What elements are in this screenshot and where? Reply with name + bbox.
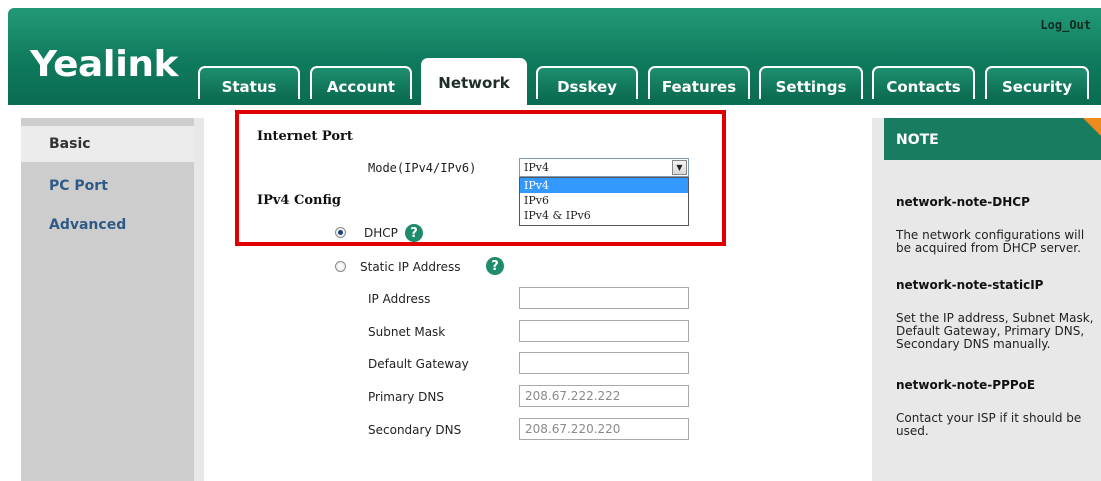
note-text-pppoe: Contact your ISP if it should be used. <box>896 411 1082 438</box>
note-text-dhcp: The network configurations will be acqui… <box>896 228 1085 255</box>
tab-contacts[interactable]: Contacts <box>872 66 975 99</box>
field-label-default-gateway: Default Gateway <box>368 357 469 371</box>
default-gateway-input[interactable] <box>519 352 689 374</box>
sidebar-item-pc-port[interactable]: PC Port <box>21 168 194 204</box>
subnet-mask-input[interactable] <box>519 320 689 342</box>
yealink-logo: Yealink <box>30 44 178 85</box>
mode-option-ipv6[interactable]: IPv6 <box>520 193 688 208</box>
field-label-subnet-mask: Subnet Mask <box>368 325 446 339</box>
sidebar-item-advanced[interactable]: Advanced <box>21 207 194 243</box>
tab-security[interactable]: Security <box>985 66 1089 99</box>
dhcp-radio[interactable] <box>335 227 346 238</box>
tab-status[interactable]: Status <box>198 66 300 99</box>
dhcp-label: DHCP <box>364 226 398 240</box>
column-divider <box>872 118 884 481</box>
question-circle-icon[interactable]: ? <box>486 257 504 275</box>
tab-account[interactable]: Account <box>310 66 412 99</box>
fold-corner-icon <box>1083 118 1101 136</box>
ipv4-config-title: IPv4 Config <box>257 193 341 208</box>
mode-select-value: IPv4 <box>524 161 549 174</box>
note-panel: NOTE network-note-DHCP The network confi… <box>884 118 1101 481</box>
static-ip-radio[interactable] <box>335 261 346 272</box>
mode-dropdown-list: IPv4 IPv6 IPv4 & IPv6 <box>519 177 689 226</box>
logout-link[interactable]: Log_Out <box>1040 18 1091 32</box>
note-text-static-ip: Set the IP address, Subnet Mask, Default… <box>896 311 1094 351</box>
mode-option-ipv4[interactable]: IPv4 <box>520 178 688 193</box>
tab-network[interactable]: Network <box>421 58 527 105</box>
field-label-primary-dns: Primary DNS <box>368 390 445 404</box>
note-key-dhcp: network-note-DHCP <box>896 195 1030 209</box>
ip-address-input[interactable] <box>519 287 689 309</box>
field-label-ip-address: IP Address <box>368 292 431 306</box>
note-header: NOTE <box>884 118 1101 160</box>
chevron-down-icon[interactable]: ▼ <box>672 160 687 175</box>
question-circle-icon[interactable]: ? <box>405 224 423 242</box>
field-label-secondary-dns: Secondary DNS <box>368 423 462 437</box>
mode-option-dual[interactable]: IPv4 & IPv6 <box>520 208 688 223</box>
secondary-dns-input[interactable] <box>519 418 689 440</box>
sidebar-item-basic[interactable]: Basic <box>21 126 194 162</box>
note-key-static-ip: network-note-staticIP <box>896 278 1044 292</box>
note-key-pppoe: network-note-PPPoE <box>896 378 1036 392</box>
column-divider <box>194 118 204 481</box>
mode-select[interactable]: IPv4 ▼ <box>519 158 689 177</box>
page-margin <box>0 105 21 481</box>
tab-features[interactable]: Features <box>648 66 750 99</box>
tab-settings[interactable]: Settings <box>759 66 863 99</box>
mode-label: Mode(IPv4/IPv6) <box>368 161 477 175</box>
primary-dns-input[interactable] <box>519 385 689 407</box>
note-title: NOTE <box>896 132 939 148</box>
tab-dsskey[interactable]: Dsskey <box>536 66 638 99</box>
static-ip-label: Static IP Address <box>360 260 461 274</box>
sidebar: Basic PC Port Advanced <box>21 118 194 481</box>
internet-port-title: Internet Port <box>257 129 353 144</box>
